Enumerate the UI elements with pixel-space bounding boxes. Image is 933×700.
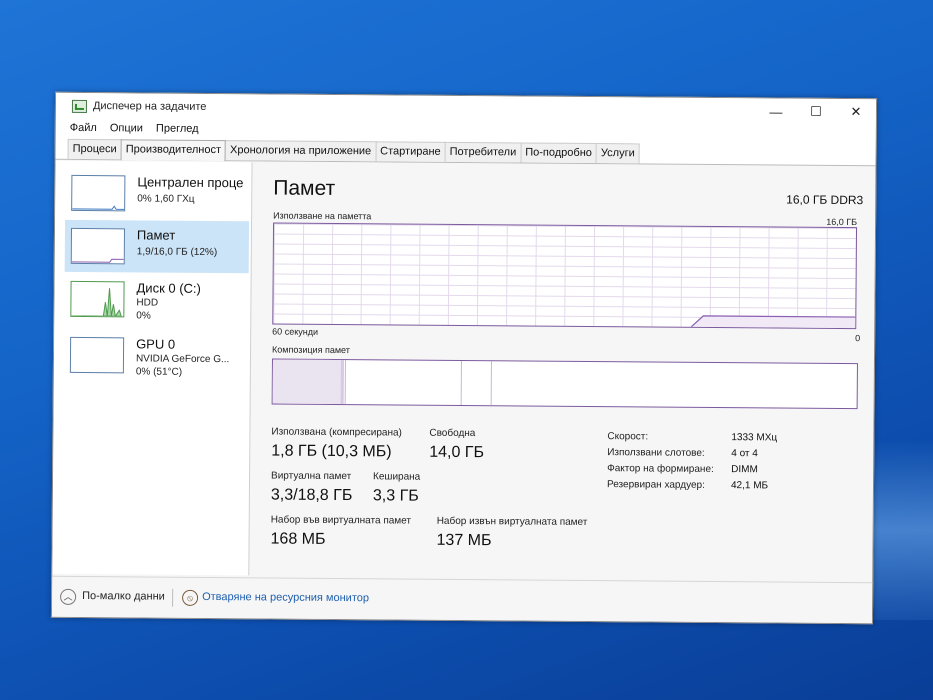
tab-users[interactable]: Потребители [444, 141, 522, 163]
sidebar-item-label: Памет [136, 227, 176, 243]
tab-startup[interactable]: Стартиране [375, 141, 446, 162]
memory-usage-graph [272, 222, 858, 330]
memory-usage-line [690, 315, 856, 329]
cached-label: Кеширана [373, 471, 421, 483]
tab-details[interactable]: По-подробно [520, 142, 598, 164]
sidebar-item-cpu[interactable]: Централен проце 0% 1,60 ГХц [65, 167, 249, 220]
composition-divider [460, 360, 462, 405]
task-manager-window: Диспечер на задачите — ☐ ✕ Файл Опции Пр… [50, 91, 878, 625]
sidebar-item-usage: 0% [136, 310, 151, 322]
sidebar-item-detail: 0% 1,60 ГХц [137, 193, 195, 205]
composition-in-use [272, 359, 344, 405]
sidebar-item-disk[interactable]: Диск 0 (C:) HDD 0% [64, 273, 248, 326]
memory-composition-bar [271, 358, 858, 410]
footer-divider [172, 588, 174, 607]
memory-thumbnail-graph [70, 227, 126, 265]
footer-bar: ︿ По-малко данни ⦸ Отваряне на ресурсния… [51, 575, 873, 624]
memory-thumbnail-line [71, 258, 124, 263]
minimize-button[interactable]: — [756, 98, 796, 124]
nonpaged-pool-label: Набор извън виртуалната памет [436, 515, 588, 528]
slots-value: 4 от 4 [731, 448, 758, 460]
disk-thumbnail-graph [70, 280, 125, 318]
resource-monitor-icon[interactable]: ⦸ [182, 589, 199, 606]
composition-divider [344, 360, 346, 405]
sidebar-item-label: Централен проце [137, 174, 244, 191]
memory-composition-label: Композиция памет [272, 344, 350, 356]
task-manager-app-icon [71, 99, 88, 113]
in-use-value: 1,8 ГБ (10,3 МБ) [271, 442, 392, 461]
memory-capacity: 16,0 ГБ DDR3 [786, 192, 864, 208]
gpu-thumbnail-graph [69, 336, 125, 374]
sidebar-item-usage: 0% (51°C) [135, 366, 183, 378]
available-value: 14,0 ГБ [429, 443, 485, 462]
sidebar-item-detail: NVIDIA GeForce G... [135, 353, 230, 366]
form-factor-value: DIMM [731, 464, 758, 476]
tab-app-history[interactable]: Хронология на приложение [224, 140, 377, 162]
sidebar-item-label: Диск 0 (C:) [136, 280, 201, 296]
open-resource-monitor-link[interactable]: Отваряне на ресурсния монитор [202, 591, 369, 604]
tab-services[interactable]: Услуги [595, 143, 640, 164]
disk-thumbnail-line [71, 288, 123, 318]
composition-divider [490, 361, 492, 406]
performance-sidebar: Централен проце 0% 1,60 ГХц Памет 1,9/16… [52, 160, 253, 576]
sidebar-item-detail: 1,9/16,0 ГБ (12%) [136, 246, 218, 259]
available-label: Свободна [429, 427, 476, 440]
tab-processes[interactable]: Процеси [67, 138, 122, 160]
slots-key: Използвани слотове: [607, 447, 705, 459]
menu-options[interactable]: Опции [110, 122, 143, 134]
speed-value: 1333 МХц [731, 432, 778, 444]
committed-label: Виртуална памет [271, 470, 352, 483]
window-controls: — ☐ ✕ [756, 98, 876, 125]
nonpaged-pool-value: 137 МБ [436, 531, 492, 550]
sidebar-item-memory[interactable]: Памет 1,9/16,0 ГБ (12%) [64, 219, 250, 274]
speed-key: Скорост: [607, 431, 649, 443]
close-button[interactable]: ✕ [836, 99, 876, 125]
cpu-thumbnail-graph [71, 174, 126, 212]
sidebar-item-gpu[interactable]: GPU 0 NVIDIA GeForce G... 0% (51°C) [64, 329, 248, 382]
memory-panel: Памет 16,0 ГБ DDR3 Използване на паметта… [271, 172, 864, 549]
sidebar-item-detail: HDD [136, 297, 159, 309]
menu-view[interactable]: Преглед [156, 123, 199, 135]
graph-min-label: 0 [855, 333, 861, 344]
form-factor-key: Фактор на формиране: [607, 463, 714, 475]
paged-pool-value: 168 МБ [270, 530, 326, 548]
hardware-reserved-value: 42,1 МБ [730, 480, 769, 492]
panel-title: Памет [273, 176, 336, 200]
maximize-button[interactable]: ☐ [796, 99, 836, 125]
menu-file[interactable]: Файл [70, 122, 97, 134]
window-title: Диспечер на задачите [92, 100, 207, 113]
time-span-label: 60 секунди [272, 326, 319, 337]
cpu-thumbnail-line [72, 205, 125, 210]
hardware-reserved-key: Резервиран хардуер: [606, 479, 705, 491]
sidebar-item-label: GPU 0 [136, 336, 176, 352]
graph-max-label: 16,0 ГБ [826, 216, 858, 228]
paged-pool-label: Набор във виртуалната памет [270, 514, 412, 527]
tab-performance[interactable]: Производителност [120, 139, 227, 162]
memory-usage-label: Използване на паметта [273, 210, 372, 222]
fewer-details-link[interactable]: По-малко данни [82, 590, 165, 603]
in-use-label: Използвана (компресирана) [271, 426, 402, 439]
committed-value: 3,3/18,8 ГБ [270, 486, 353, 505]
chevron-up-icon[interactable]: ︿ [60, 588, 77, 605]
cached-value: 3,3 ГБ [372, 487, 419, 505]
